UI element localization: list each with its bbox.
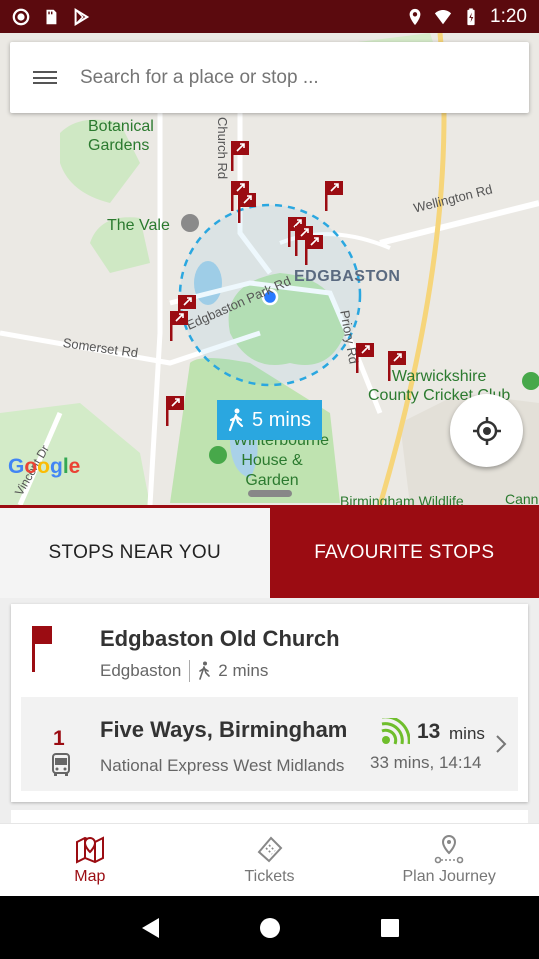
hamburger-icon [33, 68, 57, 88]
nav-tickets-label: Tickets [244, 868, 295, 885]
my-location-button[interactable] [450, 394, 523, 467]
service-row[interactable]: 1 Five Ways, Birmingham National Express… [21, 697, 518, 791]
chevron-right-icon [496, 735, 507, 753]
destination: Five Ways, Birmingham [100, 717, 348, 742]
map-label-edgbaston: EDGBASTON [294, 268, 401, 285]
stop-walk-time: 2 mins [218, 661, 269, 680]
battery-icon [467, 7, 475, 25]
walking-icon [199, 661, 211, 680]
search-bar[interactable] [10, 42, 529, 113]
stop-name: Edgbaston Old Church [100, 626, 340, 651]
tab-favourite-stops[interactable]: FAVOURITE STOPS [269, 508, 539, 598]
nav-map-label: Map [74, 868, 106, 885]
map-label-wildlife: Birmingham Wildlife [340, 493, 464, 505]
nav-map[interactable]: Map [0, 824, 180, 896]
nav-tickets[interactable]: Tickets [180, 824, 360, 896]
drag-handle[interactable] [248, 490, 292, 497]
stop-area: Edgbaston [100, 661, 182, 680]
status-time: 1:20 [490, 5, 527, 27]
crosshair-icon [472, 416, 501, 445]
nav-plan-label: Plan Journey [402, 868, 496, 885]
route-number: 1 [53, 727, 65, 750]
walk-time-badge: 5 mins [217, 400, 322, 440]
bottom-nav: Map Tickets Plan Journey [0, 823, 539, 896]
route-pin-icon [434, 834, 464, 864]
location-icon [409, 8, 421, 25]
status-bar: 1:20 [0, 0, 539, 33]
stop-card[interactable]: Edgbaston Old Church Edgbaston 2 mins 1 … [11, 604, 528, 802]
sd-card-icon [46, 9, 57, 24]
stop-flag-icon [32, 626, 52, 672]
nav-plan-journey[interactable]: Plan Journey [359, 824, 539, 896]
live-tracking-icon [381, 718, 410, 745]
walk-time-label: 5 mins [252, 408, 311, 431]
map-icon [75, 836, 104, 864]
system-nav-bar [0, 896, 539, 959]
due-unit: mins [449, 724, 485, 743]
search-input[interactable] [80, 66, 500, 89]
back-icon[interactable] [139, 916, 161, 940]
stops-list: Edgbaston Old Church Edgbaston 2 mins 1 … [0, 598, 539, 830]
stop-meta: Edgbaston 2 mins [100, 660, 268, 682]
walking-icon [228, 408, 244, 432]
map-park-icon [522, 372, 539, 390]
recents-icon[interactable] [379, 917, 401, 939]
tab-stops-near-you[interactable]: STOPS NEAR YOU [0, 508, 270, 598]
stops-tabs: STOPS NEAR YOU FAVOURITE STOPS [0, 508, 539, 598]
operator: National Express West Midlands [100, 756, 345, 775]
map-label-church: Church Rd [215, 117, 230, 180]
record-icon [12, 8, 30, 25]
wifi-icon [434, 9, 452, 24]
map-label-winterbourne: Winterbourne House & Garden [233, 432, 330, 489]
menu-button[interactable] [10, 42, 80, 113]
home-icon[interactable] [258, 916, 282, 940]
map-label-botanical: Botanical Gardens [88, 118, 154, 154]
play-store-icon [74, 7, 90, 26]
map-label-cann: Cann [505, 491, 539, 505]
google-logo: Google [8, 455, 81, 478]
ticket-icon [257, 836, 282, 863]
map-label-vale: The Vale [107, 217, 170, 234]
map-park-icon [209, 446, 227, 464]
bus-icon [52, 753, 70, 776]
next-departures: 33 mins, 14:14 [370, 753, 482, 772]
due-value: 13 [417, 720, 441, 743]
map-park-icon [181, 214, 199, 232]
meta-divider [189, 660, 191, 682]
